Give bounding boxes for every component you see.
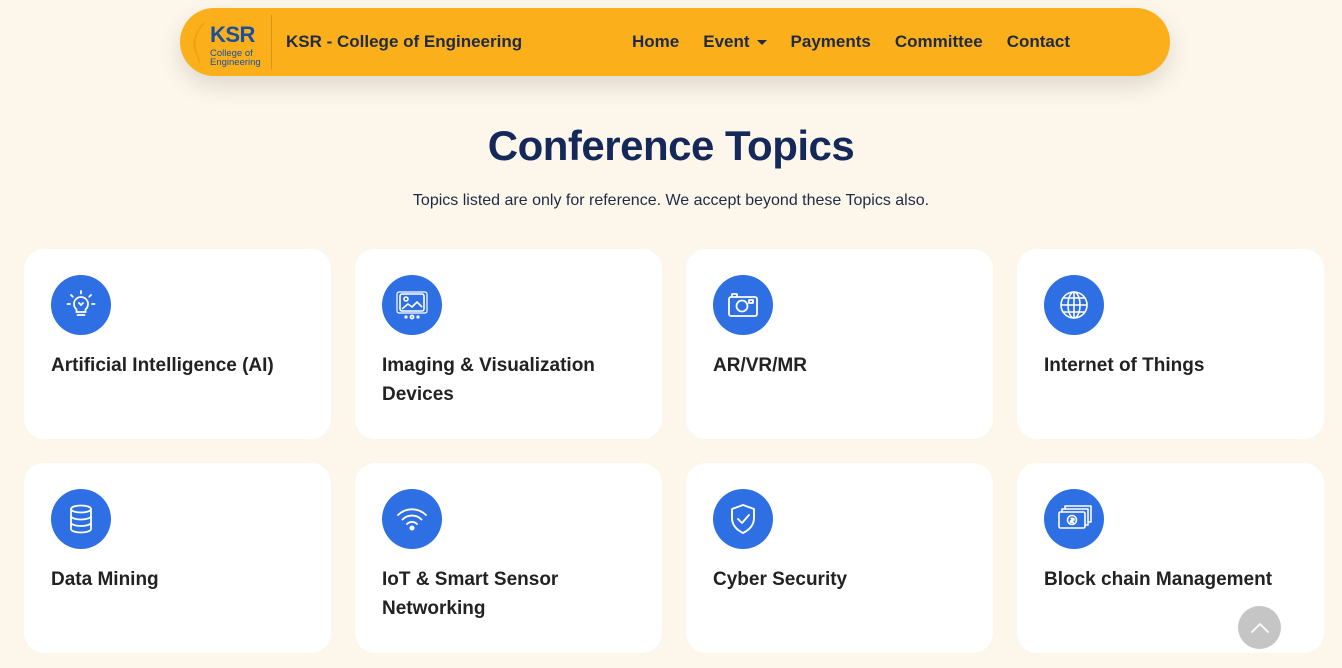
brand[interactable]: KSR College of Engineering KSR - College… [186,15,522,69]
nav-contact-label: Contact [1006,32,1070,51]
nav-payments-label: Payments [790,32,871,51]
topic-card-cyber-security: Cyber Security [686,463,993,653]
topic-card-sensor-networking: IoT & Smart Sensor Networking [355,463,662,653]
brand-name[interactable]: KSR - College of Engineering [286,32,522,52]
shield-check-icon [713,489,773,549]
nav-home-label: Home [632,32,680,51]
topics-grid: Artificial Intelligence (AI) Imaging & V… [24,249,1324,653]
camera-icon [713,275,773,335]
nav-home[interactable]: Home [632,32,679,52]
nav-committee-label: Committee [894,32,983,51]
topic-card-arvr: AR/VR/MR [686,249,993,439]
college-logo[interactable]: KSR College of Engineering [186,15,272,69]
nav-payments[interactable]: Payments [791,32,871,52]
nav-committee[interactable]: Committee [895,32,983,52]
topic-title: AR/VR/MR [713,355,807,376]
money-stack-icon [1044,489,1104,549]
topic-card-imaging: Imaging & Visualization Devices [355,249,662,439]
topic-title: Internet of Things [1044,355,1205,376]
navbar: KSR College of Engineering KSR - College… [180,8,1170,76]
back-to-top-button[interactable] [1238,606,1281,649]
wifi-icon [382,489,442,549]
lightbulb-icon [51,275,111,335]
nav-event-dropdown[interactable]: Event [703,32,767,52]
logo-text: KSR [210,22,255,47]
logo-subtext: College of Engineering [210,48,261,68]
database-icon [51,489,111,549]
globe-icon [1044,275,1104,335]
caret-down-icon [756,39,767,45]
nav-event-label: Event [703,32,750,51]
nav-contact[interactable]: Contact [1007,32,1070,52]
topic-card-iot: Internet of Things [1017,249,1324,439]
topic-title: Block chain Management [1044,569,1273,590]
topic-card-data-mining: Data Mining [24,463,331,653]
topic-title: Imaging & Visualization Devices [382,355,595,405]
topic-title: IoT & Smart Sensor Networking [382,569,559,619]
page-title: Conference Topics [487,122,855,169]
topic-title: Data Mining [51,569,159,590]
chevron-up-icon [1250,622,1269,633]
page-subtitle: Topics listed are only for reference. We… [412,192,930,209]
flame-logo-icon [193,22,205,64]
topic-title: Cyber Security [713,569,848,590]
topic-card-ai: Artificial Intelligence (AI) [24,249,331,439]
nav-links: Home Event Payments Committee Contact [632,8,1070,76]
image-gallery-icon [382,275,442,335]
topic-title: Artificial Intelligence (AI) [51,355,274,376]
